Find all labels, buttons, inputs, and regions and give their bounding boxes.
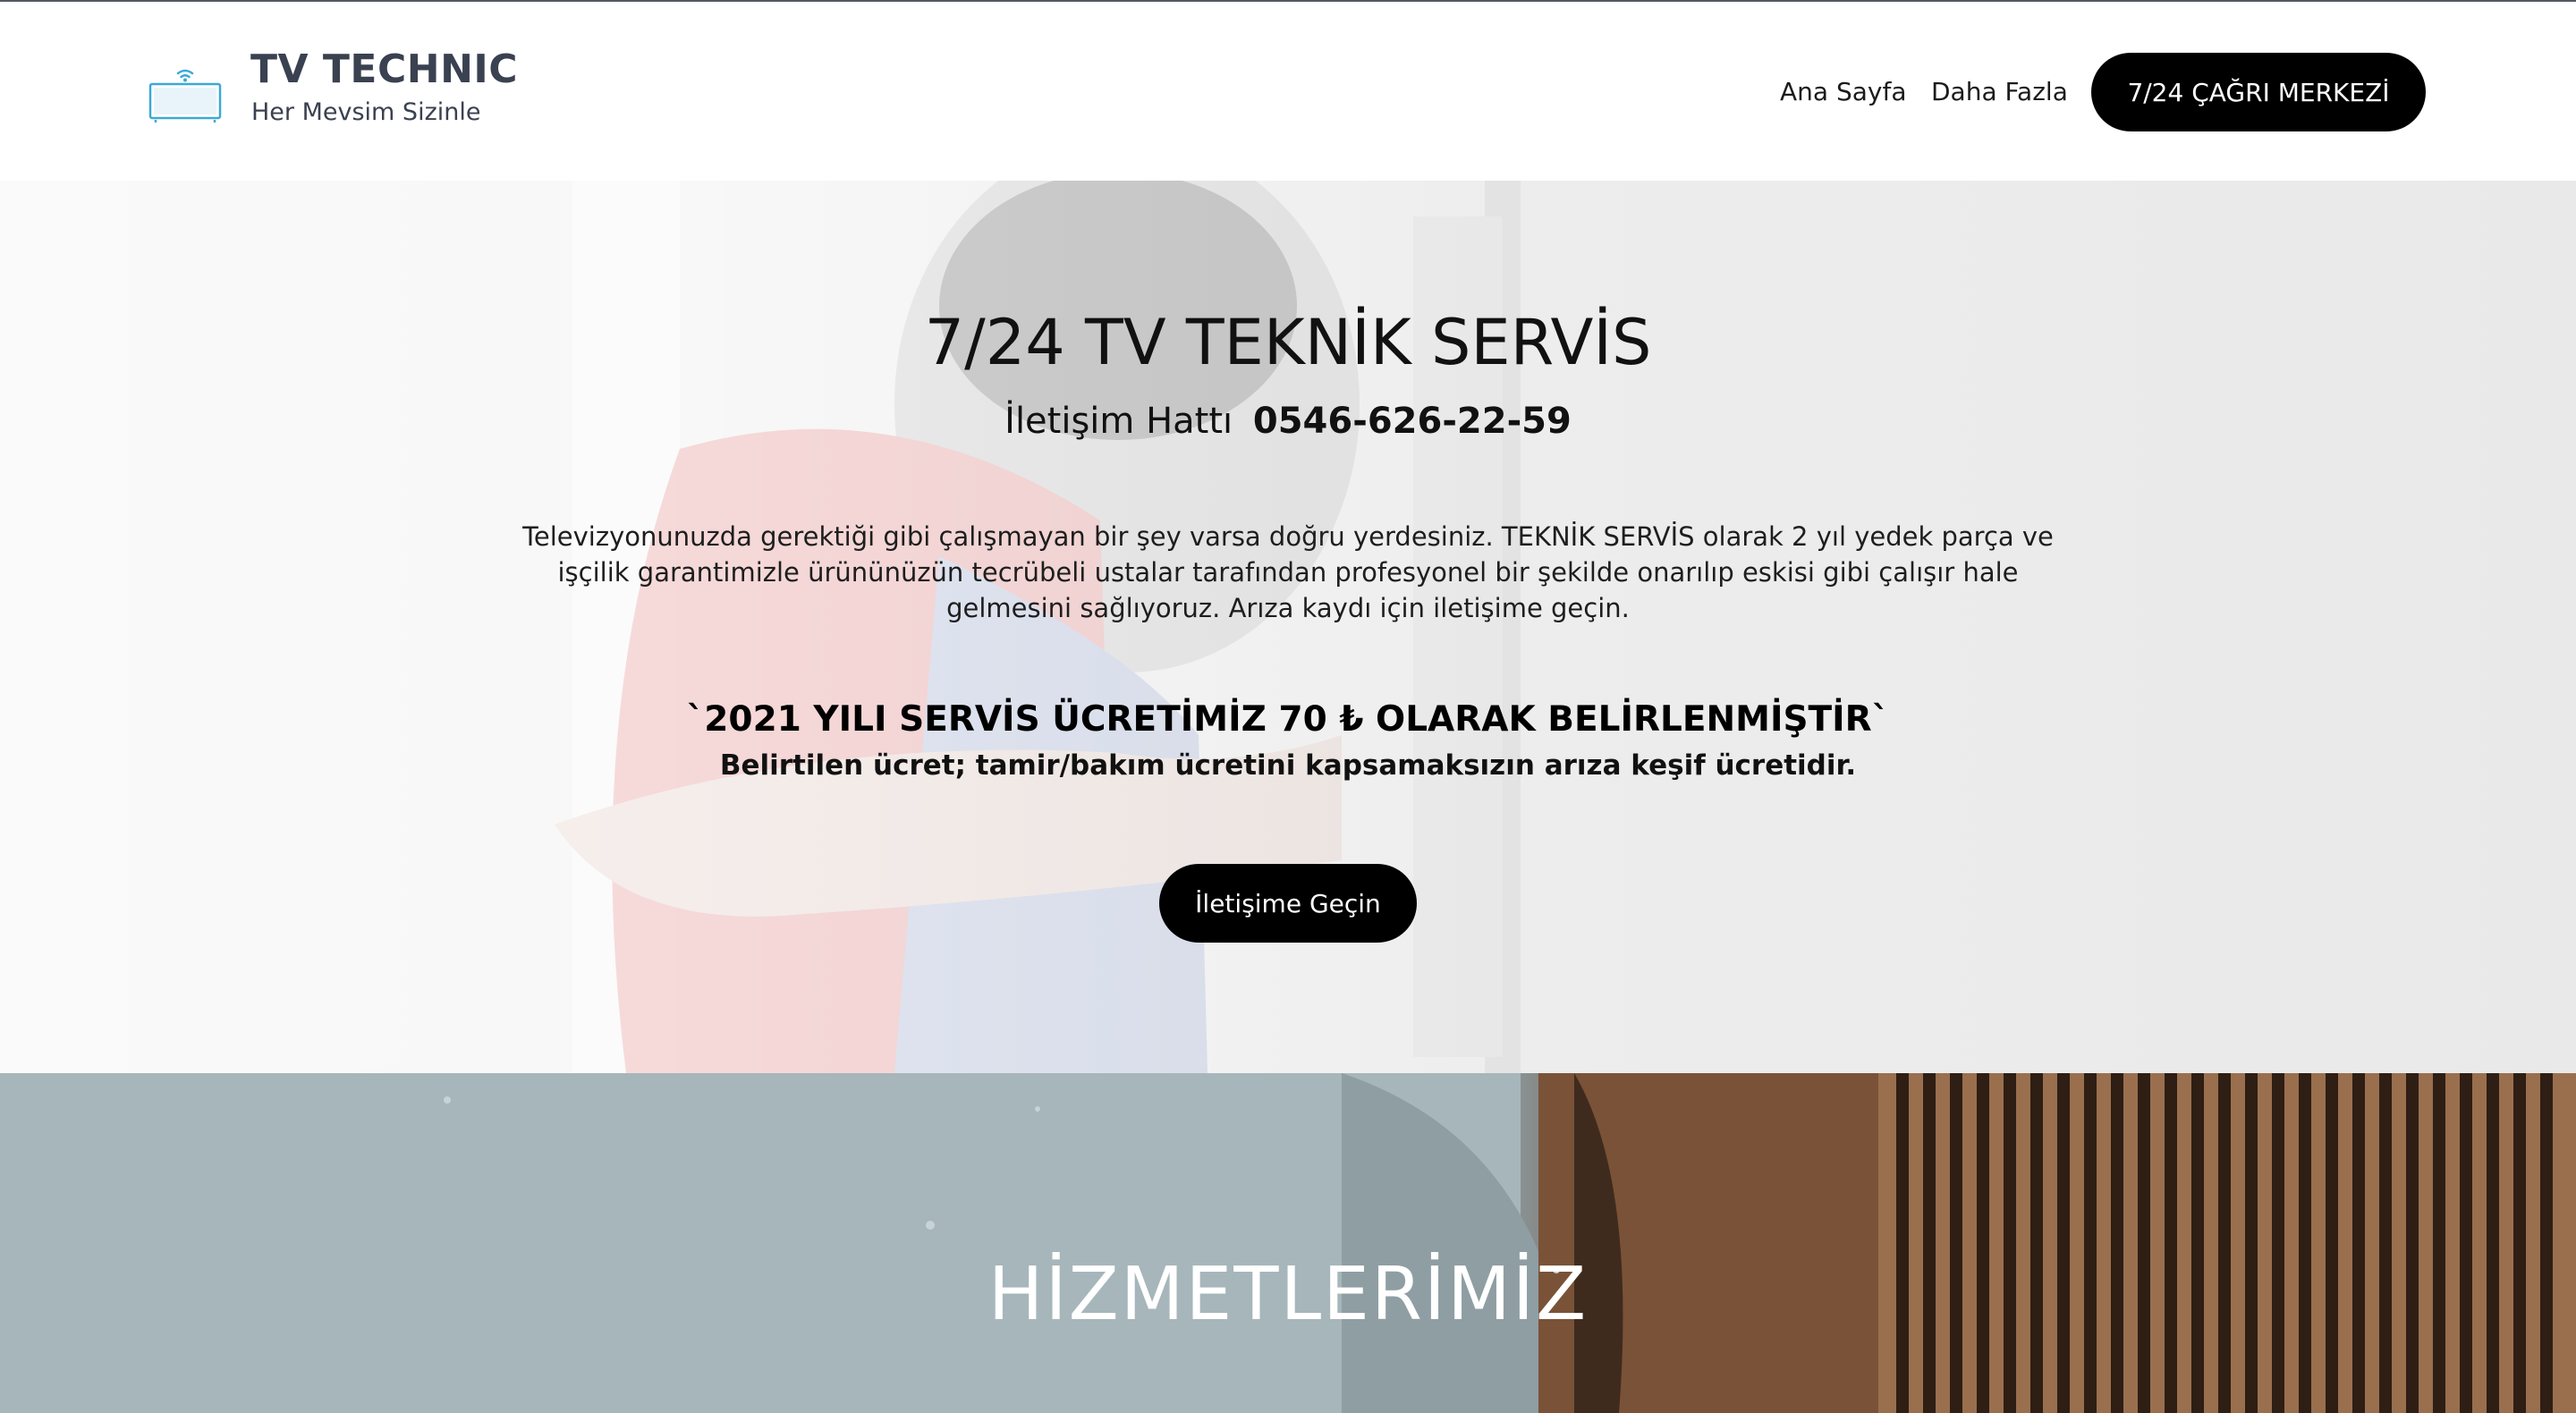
brand-subtitle: Her Mevsim Sizinle (251, 98, 481, 126)
phone-number[interactable]: 0546-626-22-59 (1253, 401, 1572, 442)
price-note: Belirtilen ücret; tamir/bakım ücretini k… (719, 749, 1857, 782)
nav-home-link[interactable]: Ana Sayfa (1780, 77, 1906, 106)
site-header: TV TECHNIC Her Mevsim Sizinle Ana Sayfa … (0, 2, 2576, 181)
hero-title: 7/24 TV TEKNİK SERVİS (924, 306, 1652, 379)
hero-description: Televizyonunuzda gerektiği gibi çalışmay… (522, 521, 2054, 623)
hero-section: 7/24 TV TEKNİK SERVİS İletişim Hattı 054… (0, 181, 2576, 1073)
call-center-button[interactable]: 7/24 ÇAĞRI MERKEZİ (2091, 53, 2426, 131)
nav-more-link[interactable]: Daha Fazla (1931, 77, 2068, 106)
services-title: HİZMETLERİMİZ (987, 1252, 1589, 1337)
contact-button[interactable]: İletişime Geçin (1159, 864, 1417, 943)
brand-title[interactable]: TV TECHNIC (250, 47, 518, 92)
services-background-image (0, 1073, 2576, 1413)
services-section: HİZMETLERİMİZ (0, 1073, 2576, 1413)
tv-wifi-icon[interactable] (148, 66, 222, 123)
hero-phone-line: İletişim Hattı 0546-626-22-59 (0, 401, 2576, 442)
price-headline: `2021 YILI SERVİS ÜCRETİMİZ 70 ₺ OLARAK … (686, 699, 1890, 740)
phone-label: İletişim Hattı (1004, 401, 1233, 442)
